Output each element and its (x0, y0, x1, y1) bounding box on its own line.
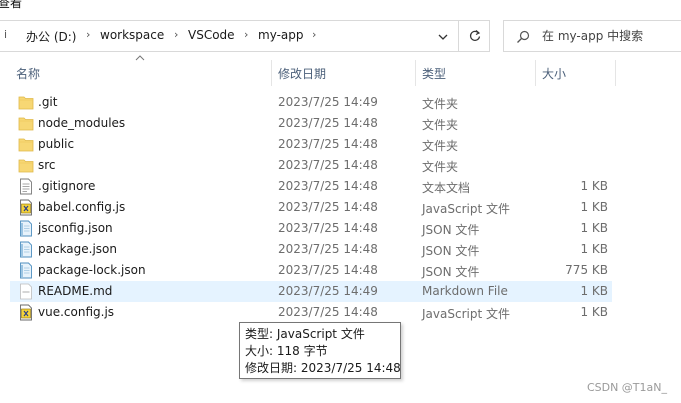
file-type: 文件夹 (422, 139, 459, 153)
breadcrumb-workspace[interactable]: workspace (100, 28, 164, 42)
file-type: 文本文档 (422, 181, 471, 195)
json-file-icon (18, 220, 34, 237)
file-name: node_modules (38, 116, 126, 130)
column-header-type-label: 类型 (422, 67, 447, 81)
file-date: 2023/7/25 14:49 (278, 284, 378, 298)
tooltip-date: 修改日期: 2023/7/25 14:48 (245, 361, 401, 375)
refresh-button[interactable] (458, 21, 490, 51)
breadcrumb-my-app[interactable]: my-app (258, 28, 304, 42)
file-name: .gitignore (38, 179, 96, 193)
file-name: .git (38, 95, 58, 109)
folder-icon (18, 115, 34, 132)
file-name: jsconfig.json (38, 221, 113, 235)
column-header-date-label: 修改日期 (278, 67, 327, 81)
file-size: 1 KB (580, 179, 608, 193)
chevron-right-icon[interactable]: › (312, 28, 316, 41)
file-size: 1 KB (580, 284, 608, 298)
column-header-size[interactable]: 大小 (536, 60, 616, 86)
address-bar[interactable]: i 办公 (D:) › workspace › VSCode › my-app … (0, 20, 490, 52)
column-header-name[interactable]: 名称 (10, 60, 272, 86)
file-date: 2023/7/25 14:48 (278, 179, 378, 193)
file-row[interactable]: babel.config.js 2023/7/25 14:48 JavaScript… (10, 197, 612, 218)
file-type: 文件夹 (422, 160, 459, 174)
file-size: 1 KB (580, 200, 608, 214)
file-type: 文件夹 (422, 97, 459, 111)
file-type: JavaScript 文件 (422, 202, 510, 216)
chevron-right-icon[interactable]: › (174, 28, 178, 41)
file-type: Markdown File (422, 284, 508, 298)
file-name: src (38, 158, 56, 172)
file-date: 2023/7/25 14:48 (278, 137, 378, 151)
file-date: 2023/7/25 14:48 (278, 242, 378, 256)
file-name: babel.config.js (38, 200, 126, 214)
file-row[interactable]: src 2023/7/25 14:48 文件夹 (10, 155, 612, 176)
file-row[interactable]: node_modules 2023/7/25 14:48 文件夹 (10, 113, 612, 134)
json-file-icon (18, 262, 34, 279)
file-row[interactable]: README.md 2023/7/25 14:49 Markdown File 1 K… (10, 281, 612, 302)
file-row[interactable]: package-lock.json 2023/7/25 14:48 JSON 文件 7… (10, 260, 612, 281)
search-icon (517, 30, 530, 43)
watermark: CSDN @T1aN_ (586, 381, 667, 394)
breadcrumb-vscode[interactable]: VSCode (188, 28, 235, 42)
file-size: 775 KB (565, 263, 608, 277)
chevron-right-icon[interactable]: › (86, 28, 90, 41)
chevron-right-icon[interactable]: › (244, 28, 248, 41)
markdown-file-icon (18, 283, 34, 300)
file-row[interactable]: .git 2023/7/25 14:49 文件夹 (10, 92, 612, 113)
column-header-type[interactable]: 类型 (416, 60, 536, 86)
file-name: vue.config.js (38, 305, 115, 319)
file-date: 2023/7/25 14:49 (278, 95, 378, 109)
file-info-tooltip: 类型: JavaScript 文件 大小: 118 字节 修改日期: 2023/… (239, 322, 401, 379)
column-header-name-label: 名称 (16, 67, 41, 81)
file-row[interactable]: jsconfig.json 2023/7/25 14:48 JSON 文件 1 KB (10, 218, 612, 239)
file-date: 2023/7/25 14:48 (278, 116, 378, 130)
tooltip-type: 类型: JavaScript 文件 (245, 327, 365, 341)
breadcrumb-drive[interactable]: 办公 (D:) (26, 28, 76, 45)
window-title-fragment: 查看 (0, 0, 23, 10)
search-box[interactable] (503, 20, 681, 52)
file-row[interactable]: vue.config.js 2023/7/25 14:48 JavaScript 文… (10, 302, 612, 323)
file-date: 2023/7/25 14:48 (278, 221, 378, 235)
javascript-file-icon (18, 304, 34, 321)
file-row[interactable]: package.json 2023/7/25 14:48 JSON 文件 1 KB (10, 239, 612, 260)
text-document-icon (18, 178, 34, 195)
file-date: 2023/7/25 14:48 (278, 305, 378, 319)
file-name: package.json (38, 242, 118, 256)
folder-icon (18, 94, 34, 111)
file-row[interactable]: public 2023/7/25 14:48 文件夹 (10, 134, 612, 155)
file-type: 文件夹 (422, 118, 459, 132)
folder-icon (18, 136, 34, 153)
file-name: public (38, 137, 75, 151)
tooltip-size: 大小: 118 字节 (245, 344, 328, 358)
file-type: JSON 文件 (422, 244, 480, 258)
column-header-size-label: 大小 (542, 67, 567, 81)
file-row[interactable]: .gitignore 2023/7/25 14:48 文本文档 1 KB (10, 176, 612, 197)
file-size: 1 KB (580, 242, 608, 256)
file-date: 2023/7/25 14:48 (278, 263, 378, 277)
refresh-icon (469, 30, 481, 41)
file-name: README.md (38, 284, 113, 298)
file-type: JSON 文件 (422, 223, 480, 237)
search-input[interactable] (542, 27, 678, 45)
file-date: 2023/7/25 14:48 (278, 200, 378, 214)
json-file-icon (18, 241, 34, 258)
file-date: 2023/7/25 14:48 (278, 158, 378, 172)
breadcrumb-overflow-fragment: i (4, 28, 8, 41)
column-header-date[interactable]: 修改日期 (272, 60, 416, 86)
javascript-file-icon (18, 199, 34, 216)
folder-icon (18, 157, 34, 174)
file-type: JSON 文件 (422, 265, 480, 279)
file-size: 1 KB (580, 221, 608, 235)
file-size: 1 KB (580, 305, 608, 319)
file-name: package-lock.json (38, 263, 146, 277)
chevron-down-icon[interactable] (437, 31, 449, 43)
file-type: JavaScript 文件 (422, 307, 510, 321)
